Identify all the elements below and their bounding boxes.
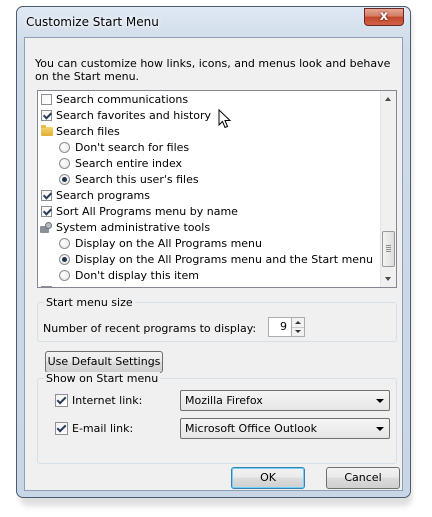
list-item-label: Search entire index [75,157,183,170]
dialog-client-area: You can customize how links, icons, and … [24,37,403,491]
list-scrollbar[interactable] [380,91,396,287]
mouse-pointer-icon [218,109,232,129]
radio-button[interactable] [59,254,70,265]
list-item-label: Display on the All Programs menu and the… [75,253,374,266]
list-item[interactable]: Don't display this item [38,268,380,284]
list-item[interactable]: Search entire index [38,156,380,172]
internet-link-value: Mozilla Firefox [185,394,263,407]
chevron-down-icon [376,399,384,403]
list-item-label: Search programs [56,189,150,202]
folder-icon [41,125,53,136]
radio-button[interactable] [59,142,70,153]
recent-programs-spinner[interactable] [291,317,305,337]
scroll-down-arrow-icon[interactable] [381,271,396,287]
list-item[interactable]: Search files [38,124,380,140]
checkbox[interactable] [41,190,52,201]
list-item[interactable]: Display on the All Programs menu [38,236,380,252]
internet-link-label: Internet link: [72,394,143,407]
email-link-checkbox[interactable] [55,422,68,435]
list-item[interactable]: Search this user's files [38,172,380,188]
list-item-label: Don't display this item [75,269,199,282]
list-item[interactable]: Search favorites and history [38,108,380,124]
list-item[interactable]: Search communications [38,92,380,108]
radio-button[interactable] [59,158,70,169]
options-list[interactable]: Search communications Search favorites an… [37,90,397,288]
list-item[interactable]: Don't search for files [38,140,380,156]
list-item-label: Don't search for files [75,141,190,154]
email-link-label: E-mail link: [72,422,134,435]
checkbox[interactable] [41,94,52,105]
radio-button[interactable] [59,174,70,185]
start-menu-size-title: Start menu size [44,296,135,309]
email-link-value: Microsoft Office Outlook [185,422,317,435]
checkbox[interactable] [41,206,52,217]
chevron-down-icon [376,427,384,431]
options-list-items: Search communications Search favorites an… [38,92,380,287]
use-default-settings-button[interactable]: Use Default Settings [45,351,163,373]
radio-button[interactable] [59,238,70,249]
recent-programs-input[interactable]: 9 [268,317,292,337]
list-item[interactable]: Use large icons [38,284,380,287]
email-link-dropdown[interactable]: Microsoft Office Outlook [180,418,390,439]
internet-link-checkbox[interactable] [55,394,68,407]
customize-start-menu-dialog: Customize Start Menu x You can customize… [16,6,411,498]
list-item-label: Search this user's files [75,173,199,186]
list-item[interactable]: Sort All Programs menu by name [38,204,380,220]
scroll-up-arrow-icon[interactable] [381,91,396,107]
list-item[interactable]: System administrative tools [38,220,380,236]
radio-button[interactable] [59,270,70,281]
recent-programs-label: Number of recent programs to display: [43,322,257,335]
intro-text: You can customize how links, icons, and … [35,57,391,83]
list-item-label: Display on the All Programs menu [75,237,262,250]
list-item-label: Use large icons [56,284,140,287]
close-icon: x [379,9,389,24]
list-item[interactable]: Search programs [38,188,380,204]
list-item-label: Search favorites and history [56,109,212,122]
ok-button[interactable]: OK [231,467,305,489]
checkbox[interactable] [41,286,52,287]
list-item-label: Search communications [56,93,189,106]
show-on-start-menu-title: Show on Start menu [44,372,161,385]
cancel-button[interactable]: Cancel [326,467,400,489]
list-item-label: Sort All Programs menu by name [56,205,238,218]
list-item-label: Search files [56,125,120,138]
title-bar[interactable]: Customize Start Menu x [17,7,410,37]
list-item-label: System administrative tools [56,221,211,234]
close-button[interactable]: x [364,8,404,26]
scroll-thumb[interactable] [382,231,395,267]
internet-link-dropdown[interactable]: Mozilla Firefox [180,390,390,411]
admin-tools-icon [40,222,53,233]
list-item[interactable]: Display on the All Programs menu and the… [38,252,380,268]
checkbox[interactable] [41,110,52,121]
window-title: Customize Start Menu [26,15,159,29]
spin-down-arrow-icon[interactable] [292,327,304,336]
